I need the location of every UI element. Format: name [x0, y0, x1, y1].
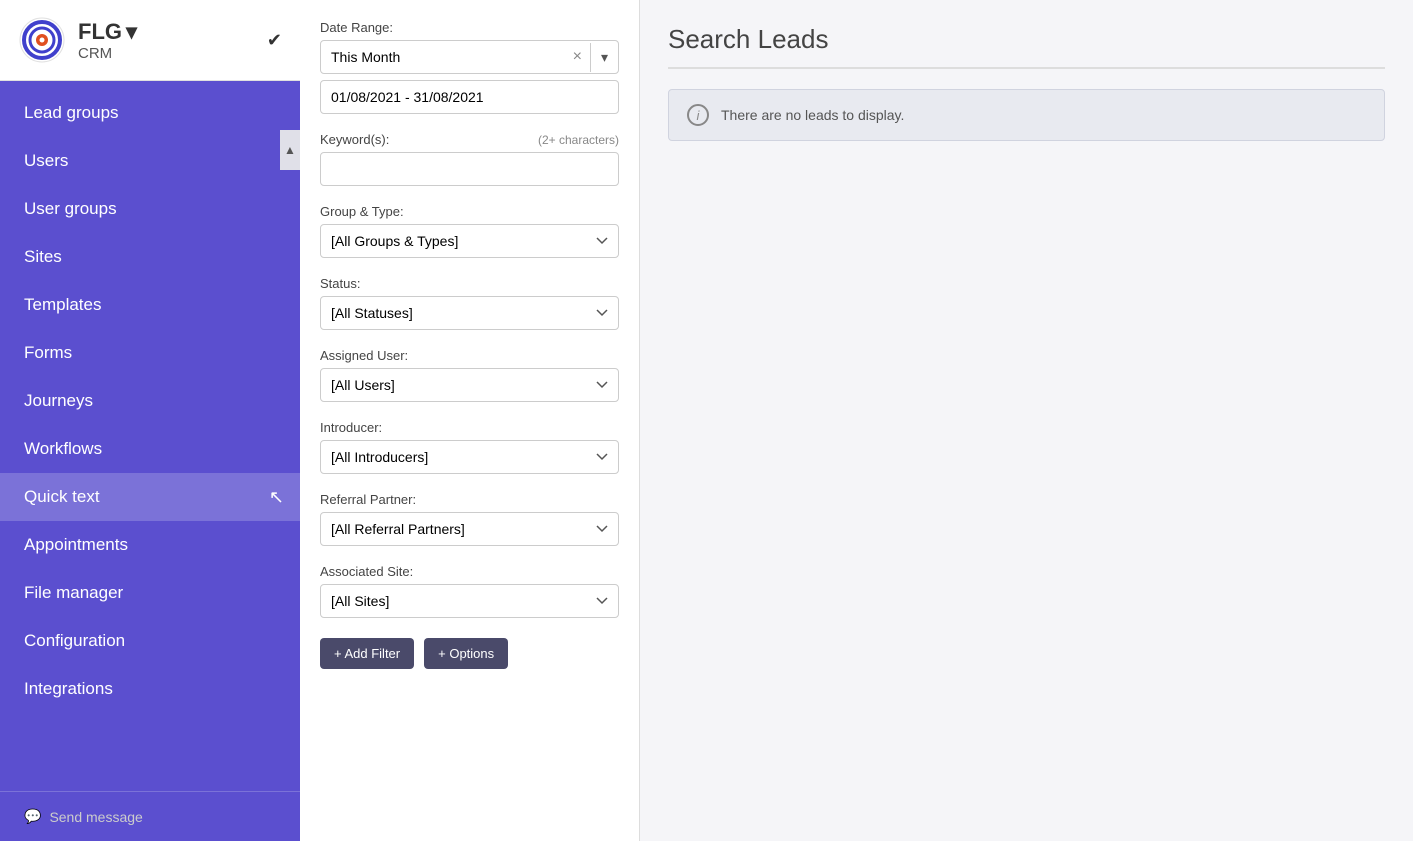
options-label: + Options [438, 646, 494, 661]
sidebar-item-label: Lead groups [24, 103, 119, 123]
sidebar-item-user-groups[interactable]: User groups [0, 185, 300, 233]
status-label: Status: [320, 276, 619, 291]
filter-actions: + Add Filter + Options [320, 638, 619, 669]
logo-text: FLG ▾ CRM [78, 19, 137, 62]
app-name-text: FLG [78, 19, 122, 45]
introducer-select[interactable]: [All Introducers] [320, 440, 619, 474]
introducer-row: Introducer: [All Introducers] [320, 420, 619, 474]
keywords-hint: (2+ characters) [538, 133, 619, 147]
referral-partner-label: Referral Partner: [320, 492, 619, 507]
assigned-user-label: Assigned User: [320, 348, 619, 363]
sidebar-item-label: Users [24, 151, 68, 171]
app-logo-icon [18, 16, 66, 64]
group-type-label: Group & Type: [320, 204, 619, 219]
nav-list: Lead groups Users User groups Sites Temp… [0, 81, 300, 791]
options-button[interactable]: + Options [424, 638, 508, 669]
status-label-text: Status: [320, 276, 360, 291]
sidebar-item-appointments[interactable]: Appointments [0, 521, 300, 569]
sidebar-item-users[interactable]: Users [0, 137, 300, 185]
add-filter-button[interactable]: + Add Filter [320, 638, 414, 669]
keywords-input[interactable] [320, 152, 619, 186]
group-type-label-text: Group & Type: [320, 204, 404, 219]
app-name: FLG ▾ [78, 19, 137, 45]
info-icon: i [687, 104, 709, 126]
sidebar-item-workflows[interactable]: Workflows [0, 425, 300, 473]
status-select[interactable]: [All Statuses] [320, 296, 619, 330]
send-message-icon: 💬 [24, 808, 41, 825]
sidebar-item-label: Sites [24, 247, 62, 267]
keywords-label: Keyword(s): (2+ characters) [320, 132, 619, 147]
sidebar-item-label: Forms [24, 343, 72, 363]
page-title: Search Leads [668, 24, 1385, 69]
sidebar-item-templates[interactable]: Templates [0, 281, 300, 329]
sidebar-item-lead-groups[interactable]: Lead groups [0, 89, 300, 137]
keywords-row: Keyword(s): (2+ characters) [320, 132, 619, 186]
no-results-message: There are no leads to display. [721, 107, 904, 123]
associated-site-label: Associated Site: [320, 564, 619, 579]
sidebar-item-file-manager[interactable]: File manager [0, 569, 300, 617]
sidebar-bottom[interactable]: 💬 Send message [0, 791, 300, 841]
sidebar-item-forms[interactable]: Forms [0, 329, 300, 377]
group-type-select[interactable]: [All Groups & Types] [320, 224, 619, 258]
date-range-clear-button[interactable]: × [565, 42, 590, 72]
sidebar-item-label: Templates [24, 295, 101, 315]
sidebar-collapse-button[interactable]: ▲ [280, 130, 300, 170]
date-range-row: Date Range: This Month × ▾ [320, 20, 619, 114]
sidebar-item-quick-text[interactable]: Quick text ↖ [0, 473, 300, 521]
sidebar-item-label: Configuration [24, 631, 125, 651]
no-results-info-box: i There are no leads to display. [668, 89, 1385, 141]
assigned-user-row: Assigned User: [All Users] [320, 348, 619, 402]
add-filter-label: + Add Filter [334, 646, 400, 661]
keywords-label-text: Keyword(s): [320, 132, 389, 147]
sidebar-item-label: Quick text [24, 487, 100, 507]
sidebar-header: FLG ▾ CRM ✔ [0, 0, 300, 81]
assigned-user-select[interactable]: [All Users] [320, 368, 619, 402]
date-range-selected-value[interactable]: This Month [321, 41, 565, 73]
group-type-row: Group & Type: [All Groups & Types] [320, 204, 619, 258]
referral-partner-select[interactable]: [All Referral Partners] [320, 512, 619, 546]
sidebar-item-sites[interactable]: Sites [0, 233, 300, 281]
sidebar-item-label: File manager [24, 583, 123, 603]
sidebar-item-label: Journeys [24, 391, 93, 411]
main-area: Date Range: This Month × ▾ Keyword(s): (… [300, 0, 1413, 841]
date-range-wrapper: This Month × ▾ [320, 40, 619, 74]
sidebar-item-integrations[interactable]: Integrations [0, 665, 300, 713]
date-range-label: Date Range: [320, 20, 619, 35]
introducer-label-text: Introducer: [320, 420, 382, 435]
introducer-label: Introducer: [320, 420, 619, 435]
sidebar: FLG ▾ CRM ✔ ▲ Lead groups Users User gro… [0, 0, 300, 841]
sidebar-item-label: User groups [24, 199, 117, 219]
sidebar-item-configuration[interactable]: Configuration [0, 617, 300, 665]
associated-site-select[interactable]: [All Sites] [320, 584, 619, 618]
sidebar-item-journeys[interactable]: Journeys [0, 377, 300, 425]
associated-site-row: Associated Site: [All Sites] [320, 564, 619, 618]
sidebar-item-label: Workflows [24, 439, 102, 459]
sidebar-item-label: Appointments [24, 535, 128, 555]
referral-partner-row: Referral Partner: [All Referral Partners… [320, 492, 619, 546]
cursor-pointer-icon: ↖ [269, 487, 284, 508]
status-row: Status: [All Statuses] [320, 276, 619, 330]
date-range-text-input[interactable] [320, 80, 619, 114]
send-message-label: Send message [49, 809, 142, 825]
filter-panel: Date Range: This Month × ▾ Keyword(s): (… [300, 0, 640, 841]
app-name-dropdown-icon[interactable]: ▾ [126, 19, 137, 45]
referral-partner-label-text: Referral Partner: [320, 492, 416, 507]
date-range-dropdown-button[interactable]: ▾ [590, 43, 618, 72]
content-area: Search Leads i There are no leads to dis… [640, 0, 1413, 841]
sidebar-item-label: Integrations [24, 679, 113, 699]
assigned-user-label-text: Assigned User: [320, 348, 408, 363]
check-icon: ✔ [267, 30, 282, 51]
app-subtitle: CRM [78, 45, 137, 62]
date-range-label-text: Date Range: [320, 20, 393, 35]
associated-site-label-text: Associated Site: [320, 564, 413, 579]
